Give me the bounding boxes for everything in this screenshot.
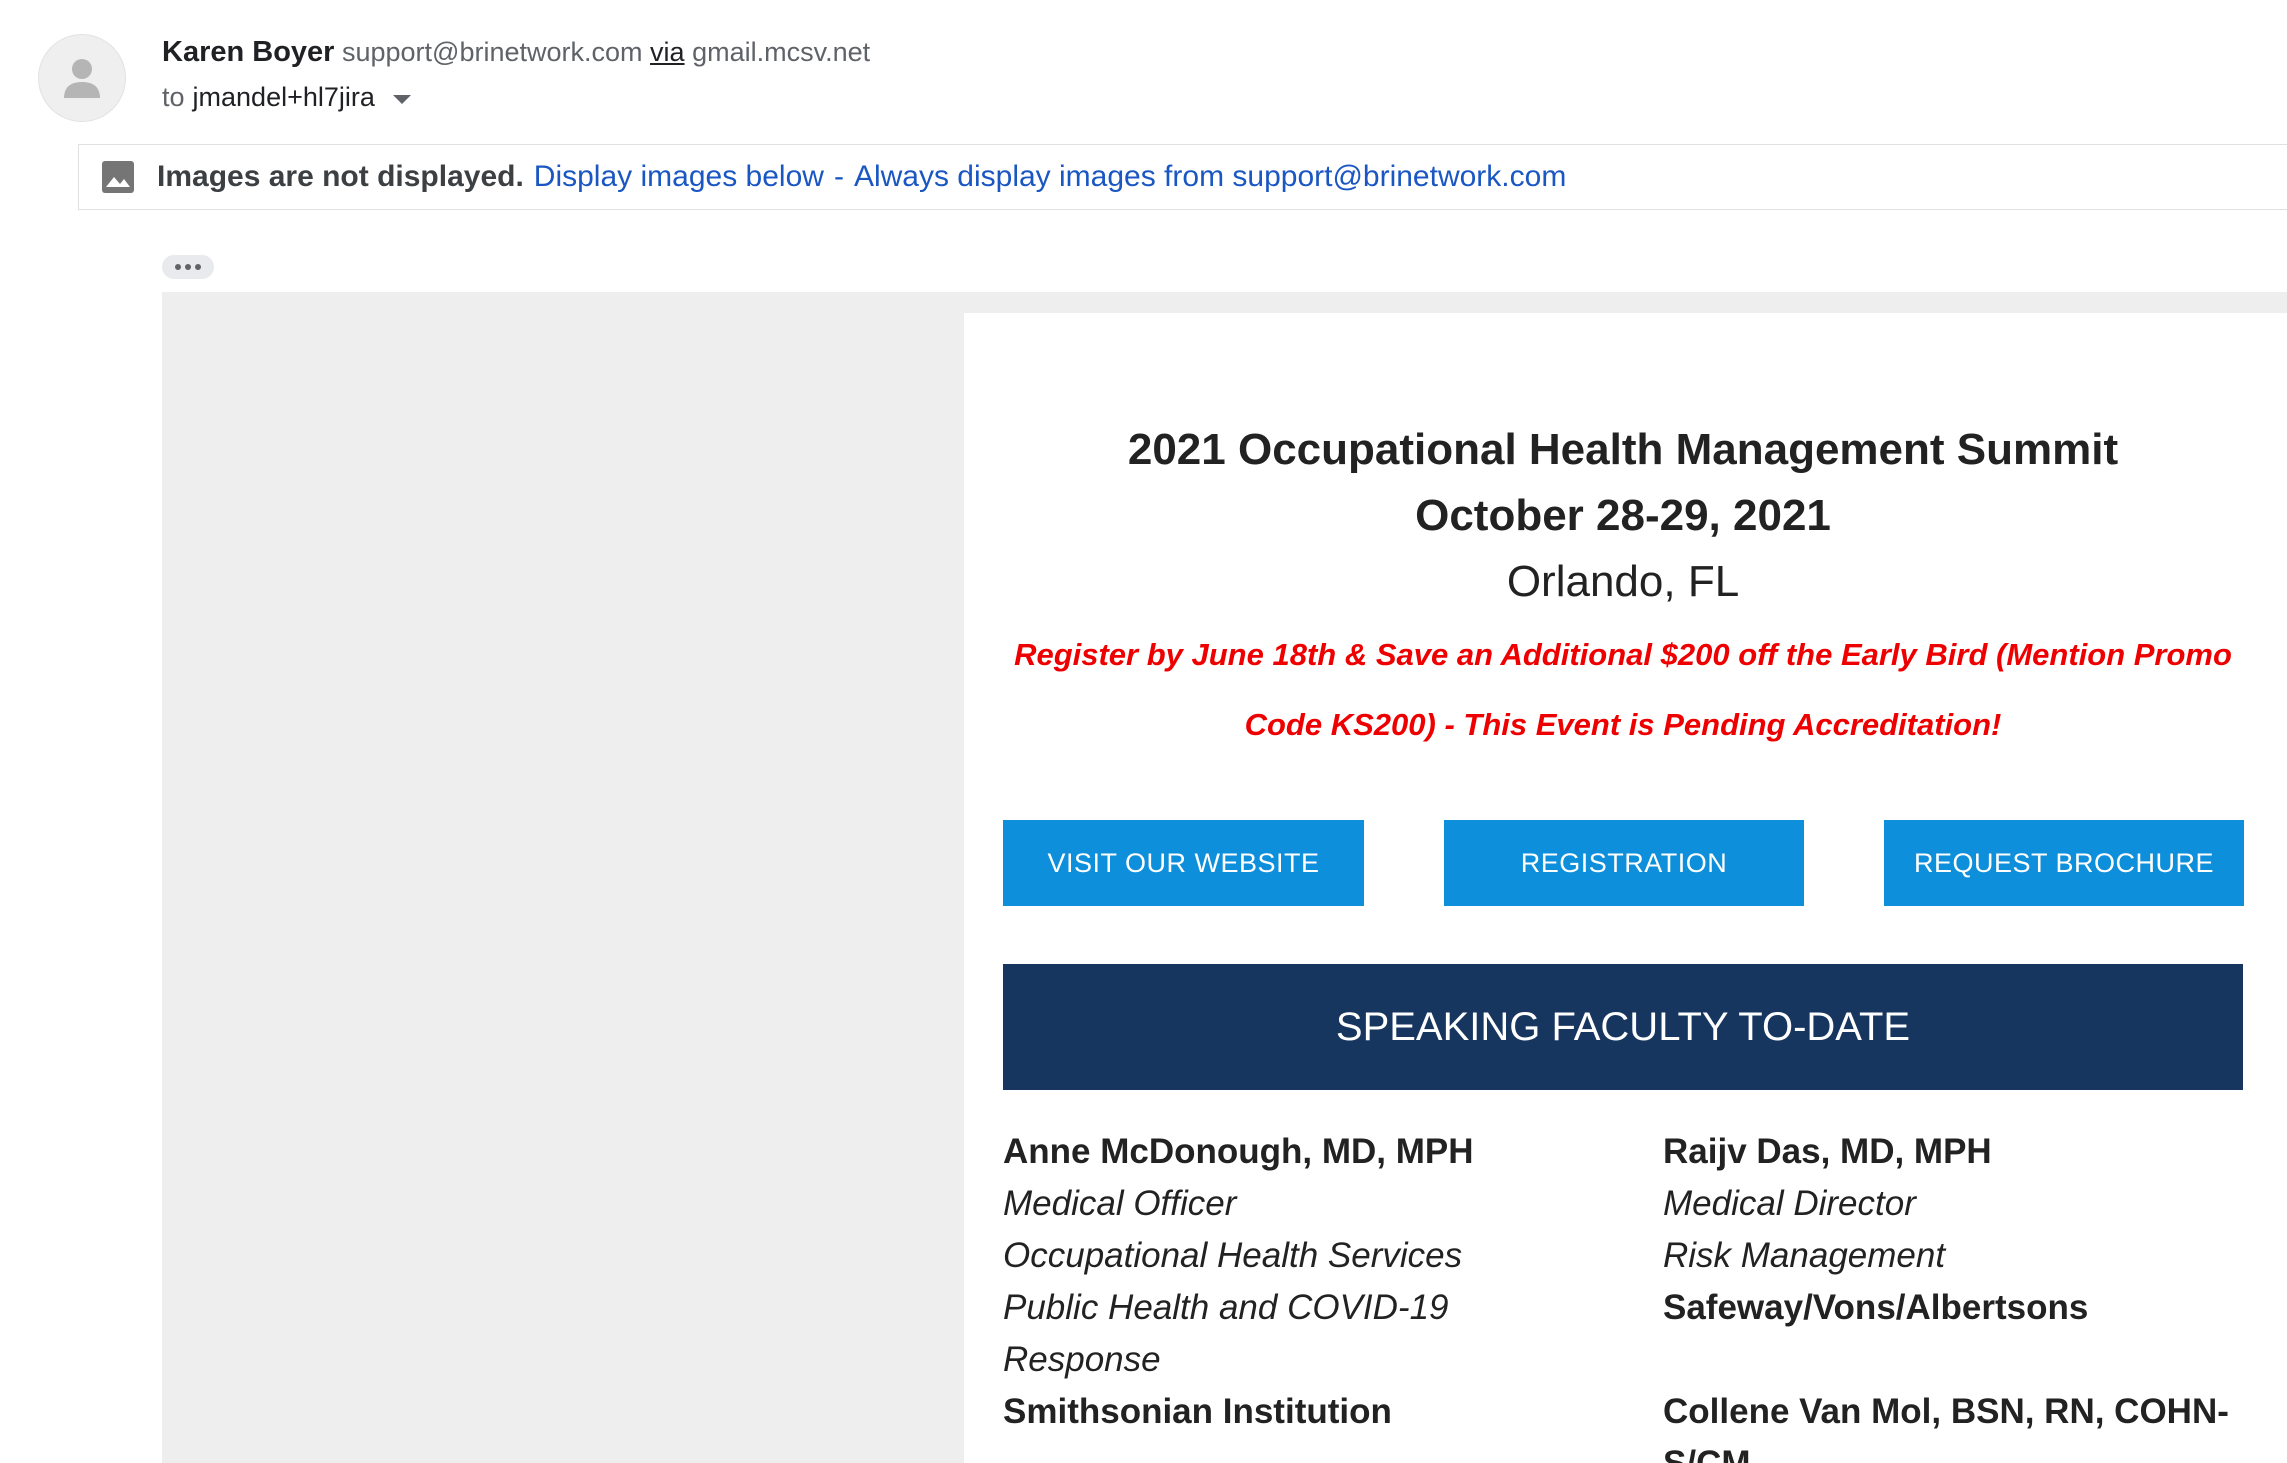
speaker-department: Risk Management: [1663, 1236, 1946, 1275]
recipient-name: jmandel+hl7jira: [192, 82, 375, 112]
event-dates: October 28-29, 2021: [1415, 491, 1831, 540]
sender-email: support@brinetwork.com: [341, 37, 643, 67]
event-location: Orlando, FL: [1506, 557, 1740, 606]
recipient-line: to jmandel+hl7jira: [162, 82, 411, 113]
email-view: Karen Boyer support@brinetwork.com via g…: [0, 0, 2287, 1463]
speaker-department: Occupational Health Services: [1003, 1236, 1463, 1275]
speaker-name: Collene Van Mol, BSN, RN, COHN-S/CM: [1663, 1392, 2229, 1463]
speaker-column-left: Anne McDonough, MD, MPH Medical Officer …: [1003, 1126, 1523, 1438]
via-domain: gmail.mcsv.net: [692, 37, 871, 67]
speaker-organization: Safeway/Vons/Albertsons: [1663, 1288, 2089, 1327]
ellipsis-dot-icon: [185, 264, 191, 270]
show-details-caret-icon[interactable]: [392, 95, 411, 104]
speaker-name: Anne McDonough, MD, MPH: [1003, 1132, 1474, 1171]
promo-notice: Register by June 18th & Save an Addition…: [1014, 637, 2232, 742]
sender-name[interactable]: Karen Boyer: [162, 36, 334, 68]
sender-line: Karen Boyer support@brinetwork.com via g…: [162, 36, 870, 69]
speaker-organization: Smithsonian Institution: [1003, 1392, 1392, 1431]
always-display-images-link[interactable]: Always display images from support@brine…: [854, 160, 1566, 194]
to-label: to: [162, 82, 185, 112]
ellipsis-dot-icon: [195, 264, 201, 270]
registration-button[interactable]: REGISTRATION: [1444, 820, 1804, 906]
images-hidden-notice: Images are not displayed.: [157, 160, 524, 193]
faculty-heading: SPEAKING FACULTY TO-DATE: [1003, 964, 2243, 1090]
display-images-below-link[interactable]: Display images below: [534, 160, 824, 194]
show-trimmed-content-button[interactable]: [162, 255, 214, 279]
sender-avatar[interactable]: [38, 34, 126, 122]
request-brochure-button[interactable]: REQUEST BROCHURE: [1884, 820, 2244, 906]
speaker-spacer: [1663, 1334, 2243, 1386]
event-title: 2021 Occupational Health Management Summ…: [1127, 425, 2119, 474]
via-link[interactable]: via: [650, 37, 685, 67]
speaker-title: Medical Officer: [1003, 1184, 1237, 1223]
image-icon: [101, 160, 135, 194]
ellipsis-dot-icon: [175, 264, 181, 270]
speaker-column-right: Raijv Das, MD, MPH Medical Director Risk…: [1663, 1126, 2243, 1463]
speaker-division: Public Health and COVID-19 Response: [1003, 1288, 1449, 1379]
speaker-name: Raijv Das, MD, MPH: [1663, 1132, 1992, 1171]
banner-separator: -: [833, 160, 844, 193]
visit-website-button[interactable]: VISIT OUR WEBSITE: [1003, 820, 1364, 906]
images-hidden-banner: Images are not displayed. Display images…: [78, 144, 2287, 210]
person-icon: [64, 59, 100, 98]
speaker-title: Medical Director: [1663, 1184, 1916, 1223]
